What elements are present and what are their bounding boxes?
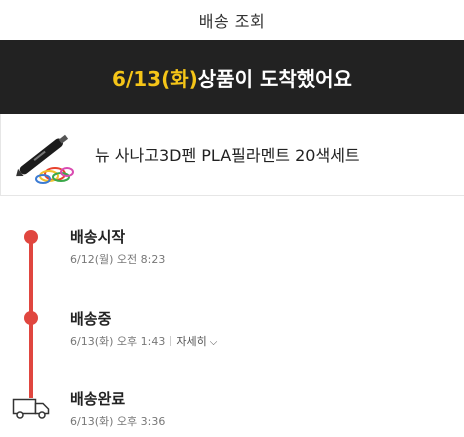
truck-icon xyxy=(12,398,50,419)
step-time: 6/13(화) 오후 1:43 xyxy=(70,335,166,348)
divider xyxy=(170,336,172,346)
timeline-dot-in-transit xyxy=(24,311,38,325)
product-row[interactable]: 뉴 사나고3D펜 PLA필라멘트 20색세트 xyxy=(0,114,464,196)
arrival-message: 상품이 도착했어요 xyxy=(197,66,352,91)
details-label: 자세히 xyxy=(176,335,207,348)
page-title: 배송 조회 xyxy=(198,12,266,31)
timeline-dot-shipped xyxy=(24,230,38,244)
timeline-step-in-transit: 배송중 6/13(화) 오후 1:43 자세히 ⌵ xyxy=(70,308,217,349)
step-time: 6/13(화) 오후 3:36 xyxy=(70,415,166,428)
delivery-tracking-page: 배송 조회 6/13(화) 상품이 도착했어요 뉴 사나고3D펜 PLA필라멘트… xyxy=(0,0,464,437)
page-header: 배송 조회 xyxy=(0,0,464,40)
arrival-banner: 6/13(화) 상품이 도착했어요 xyxy=(0,40,464,114)
timeline-step-shipped: 배송시작 6/12(월) 오전 8:23 xyxy=(70,226,165,267)
product-image xyxy=(16,134,74,184)
timeline-step-delivered: 배송완료 6/13(화) 오후 3:36 xyxy=(70,388,165,429)
arrival-date: 6/13(화) xyxy=(112,66,198,91)
step-time-row: 6/13(화) 오후 1:43 자세히 ⌵ xyxy=(70,333,217,349)
product-name: 뉴 사나고3D펜 PLA필라멘트 20색세트 xyxy=(95,146,360,165)
step-title: 배송완료 xyxy=(70,390,126,408)
step-title: 배송시작 xyxy=(70,228,126,246)
delivery-timeline: 배송시작 6/12(월) 오전 8:23 배송중 6/13(화) 오후 1:43… xyxy=(0,196,464,437)
step-time: 6/12(월) 오전 8:23 xyxy=(70,253,166,266)
chevron-down-icon: ⌵ xyxy=(209,337,218,348)
details-toggle[interactable]: 자세히 ⌵ xyxy=(176,335,217,348)
step-title: 배송중 xyxy=(70,310,112,328)
